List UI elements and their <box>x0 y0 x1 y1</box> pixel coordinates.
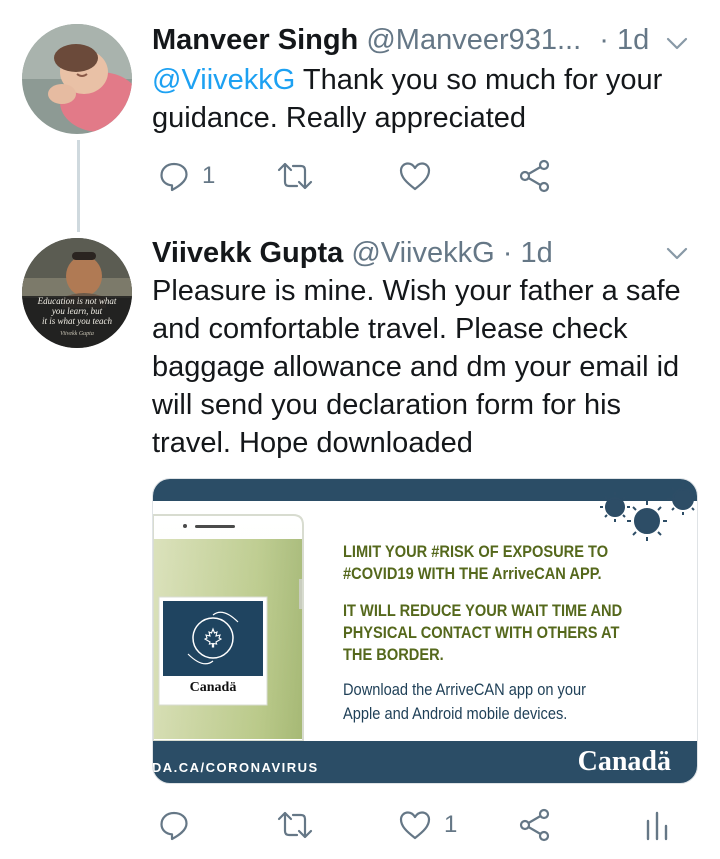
analytics-icon <box>646 811 668 841</box>
chevron-down-icon[interactable] <box>664 30 690 56</box>
tweet-2-actions: 1 <box>152 803 712 847</box>
reply-icon <box>160 162 188 192</box>
author-handle[interactable]: @Manveer931... <box>366 24 581 56</box>
like-count: 1 <box>444 811 458 838</box>
like-button[interactable] <box>398 154 432 198</box>
avatar-quote: Education is not what you learn, but it … <box>22 296 132 339</box>
retweet-icon <box>277 162 313 190</box>
card-footer-url[interactable]: ADA.CA/CORONAVIRUS <box>153 760 319 775</box>
share-button[interactable] <box>518 803 552 847</box>
reply-button[interactable] <box>158 803 190 847</box>
avatar-quote-line: it is what you teach <box>42 316 112 326</box>
author-name[interactable]: Manveer Singh <box>152 24 358 56</box>
app-tile-brand: Canadä <box>189 680 237 695</box>
tweet-2-header: Viivekk Gupta @ViivekkG · 1d <box>152 237 553 270</box>
link-card[interactable]: Canadä LIMIT YOUR #RISK OF EXPOSURE TO #… <box>152 478 698 784</box>
like-icon <box>399 811 431 840</box>
reply-button[interactable]: 1 <box>158 154 215 198</box>
card-body-line: THE BORDER. <box>343 645 444 664</box>
share-icon <box>519 159 550 193</box>
reply-icon <box>160 811 188 841</box>
like-icon <box>399 162 431 191</box>
card-subtext: Download the ArriveCAN app on your Apple… <box>343 678 586 726</box>
card-body-line: IT WILL REDUCE YOUR WAIT TIME AND <box>343 601 623 620</box>
card-subtext-line: Apple and Android mobile devices. <box>343 704 568 723</box>
analytics-button[interactable] <box>644 803 670 847</box>
tweet-1-header: Manveer Singh @Manveer931... · 1d <box>152 24 649 57</box>
card-heading-line: #COVID19 WITH THE ArriveCAN APP. <box>343 564 602 583</box>
card-heading: LIMIT YOUR #RISK OF EXPOSURE TO #COVID19… <box>343 541 608 585</box>
retweet-icon <box>277 811 313 839</box>
tweet-2-body: Pleasure is mine. Wish your father a saf… <box>152 275 681 459</box>
card-heading-line: LIMIT YOUR #RISK OF EXPOSURE TO <box>343 542 609 561</box>
avatar-quote-line: Education is not what <box>37 296 117 306</box>
avatar-signature: Viivekk Gupta <box>60 331 94 337</box>
author-name[interactable]: Viivekk Gupta <box>152 237 343 269</box>
virus-icon <box>600 483 697 541</box>
avatar-quote-line: you learn, but <box>51 306 103 316</box>
timestamp[interactable]: · 1d <box>599 24 649 56</box>
chevron-down-icon[interactable] <box>664 240 690 266</box>
card-footer-brand: Canadä <box>577 746 671 777</box>
retweet-button[interactable] <box>276 803 314 847</box>
like-button[interactable]: 1 <box>398 803 457 847</box>
timestamp[interactable]: · 1d <box>503 237 553 269</box>
retweet-button[interactable] <box>276 154 314 198</box>
card-body-line: PHYSICAL CONTACT WITH OTHERS AT <box>343 623 620 642</box>
maple-leaf-icon <box>203 627 223 648</box>
share-button[interactable] <box>518 154 552 198</box>
share-icon <box>519 808 550 842</box>
reply-count: 1 <box>202 162 216 189</box>
avatar-manveer[interactable] <box>22 24 132 134</box>
thread-connector-line <box>77 140 80 232</box>
card-subtext-line: Download the ArriveCAN app on your <box>343 680 586 699</box>
mention-link[interactable]: @ViivekkG <box>152 64 295 96</box>
avatar-viivekk[interactable]: Education is not what you learn, but it … <box>22 238 132 348</box>
tweet-1-actions: 1 <box>152 154 712 198</box>
card-body: IT WILL REDUCE YOUR WAIT TIME AND PHYSIC… <box>343 600 622 666</box>
tweet-1-text: @ViivekkG Thank you so much for your gui… <box>152 61 702 137</box>
author-handle[interactable]: @ViivekkG <box>351 237 494 269</box>
